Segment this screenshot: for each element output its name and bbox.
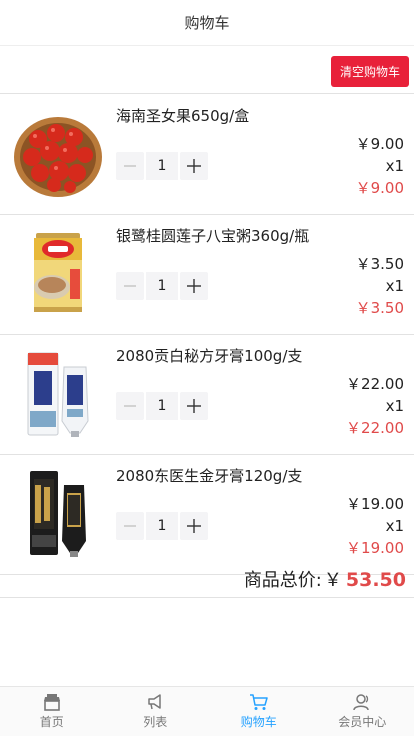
- user-icon: [353, 694, 369, 711]
- price-column: ￥3.50 x1 ￥3.50: [356, 253, 404, 319]
- total-amount: 53.50: [345, 569, 406, 591]
- minus-icon: [124, 285, 136, 287]
- increment-button[interactable]: [180, 272, 208, 300]
- item-name: 海南圣女果650g/盒: [116, 107, 250, 125]
- megaphone-icon: [148, 694, 161, 710]
- item-subtotal: ￥19.00: [346, 539, 404, 557]
- decrement-button[interactable]: [116, 392, 144, 420]
- tab-cart[interactable]: 购物车: [207, 687, 311, 736]
- white-toothpaste-image: [10, 345, 106, 441]
- black-toothpaste-image: [10, 465, 106, 561]
- minus-icon: [124, 525, 136, 527]
- total-currency: ￥: [323, 570, 342, 591]
- item-name: 2080贡白秘方牙膏100g/支: [116, 347, 303, 365]
- price-column: ￥22.00 x1 ￥22.00: [346, 373, 404, 439]
- decrement-button[interactable]: [116, 152, 144, 180]
- item-subtotal: ￥22.00: [346, 419, 404, 437]
- home-icon: [43, 694, 60, 711]
- cart-toolbar: 清空购物车: [0, 46, 414, 94]
- cart-total: 商品总价: ￥ 53.50: [244, 566, 406, 592]
- plus-icon: [187, 519, 201, 533]
- quantity-value[interactable]: 1: [146, 512, 178, 540]
- item-name: 银鹭桂圆莲子八宝粥360g/瓶: [116, 227, 310, 245]
- plus-icon: [187, 399, 201, 413]
- item-subtotal: ￥3.50: [355, 299, 404, 317]
- tab-label: 首页: [39, 715, 64, 729]
- item-count: x1: [385, 397, 404, 415]
- cart-item: 银鹭桂圆莲子八宝粥360g/瓶 1 ￥3.50 x1 ￥3.50: [0, 215, 414, 335]
- quantity-stepper: 1: [116, 392, 208, 420]
- minus-icon: [124, 165, 136, 167]
- plus-icon: [187, 159, 201, 173]
- quantity-value[interactable]: 1: [146, 392, 178, 420]
- unit-price: ￥9.00: [355, 135, 404, 153]
- quantity-value[interactable]: 1: [146, 272, 178, 300]
- cart-item: 海南圣女果650g/盒 1 ￥9.00 x1 ￥9.00: [0, 95, 414, 215]
- total-label: 商品总价:: [243, 570, 322, 591]
- page-title: 购物车: [184, 14, 230, 32]
- tab-label: 列表: [143, 715, 168, 729]
- plus-icon: [187, 279, 201, 293]
- cart-item: 2080东医生金牙膏120g/支 1 ￥19.00 x1 ￥19.00: [0, 455, 414, 575]
- congee-can-image: [10, 225, 106, 321]
- tab-label: 会员中心: [338, 715, 387, 729]
- minus-icon: [124, 405, 136, 407]
- item-name: 2080东医生金牙膏120g/支: [116, 467, 303, 485]
- cart-list: 海南圣女果650g/盒 1 ￥9.00 x1 ￥9.00 银鹭桂圆莲子八宝粥36…: [0, 95, 414, 575]
- tab-label: 购物车: [240, 715, 277, 729]
- decrement-button[interactable]: [116, 272, 144, 300]
- unit-price: ￥22.00: [346, 375, 404, 393]
- quantity-value[interactable]: 1: [146, 152, 178, 180]
- tab-home[interactable]: 首页: [0, 687, 104, 736]
- increment-button[interactable]: [180, 512, 208, 540]
- increment-button[interactable]: [180, 392, 208, 420]
- decrement-button[interactable]: [116, 512, 144, 540]
- cherry-tomatoes-image: [10, 105, 106, 201]
- divider: [0, 597, 414, 598]
- bottom-tabbar: 首页 列表 购物车 会员中心: [0, 686, 414, 736]
- price-column: ￥19.00 x1 ￥19.00: [346, 493, 404, 559]
- item-subtotal: ￥9.00: [355, 179, 404, 197]
- unit-price: ￥19.00: [346, 495, 404, 513]
- tab-list[interactable]: 列表: [104, 687, 208, 736]
- price-column: ￥9.00 x1 ￥9.00: [356, 133, 404, 199]
- cart-icon: [249, 694, 268, 710]
- cart-item: 2080贡白秘方牙膏100g/支 1 ￥22.00 x1 ￥22.00: [0, 335, 414, 455]
- item-count: x1: [385, 157, 404, 175]
- item-count: x1: [385, 277, 404, 295]
- nav-header: 购物车: [0, 0, 414, 46]
- quantity-stepper: 1: [116, 272, 208, 300]
- quantity-stepper: 1: [116, 152, 208, 180]
- clear-cart-button[interactable]: 清空购物车: [331, 56, 409, 87]
- item-count: x1: [385, 517, 404, 535]
- quantity-stepper: 1: [116, 512, 208, 540]
- unit-price: ￥3.50: [355, 255, 404, 273]
- tab-member[interactable]: 会员中心: [311, 687, 414, 736]
- increment-button[interactable]: [180, 152, 208, 180]
